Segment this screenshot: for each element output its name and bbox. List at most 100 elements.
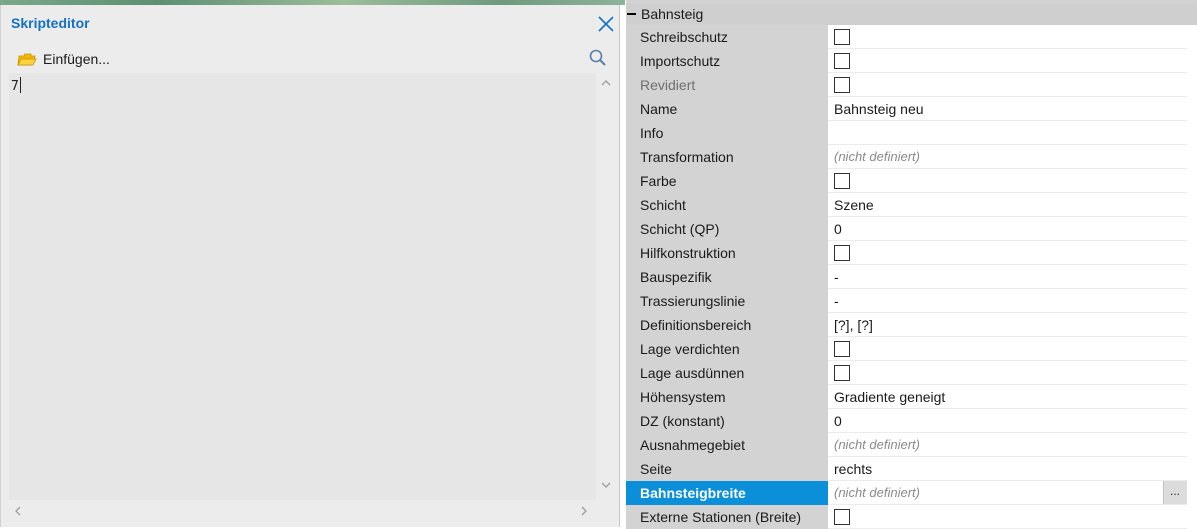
property-label: Lage verdichten [626, 337, 828, 361]
property-checkbox[interactable] [834, 77, 850, 93]
property-row[interactable]: Externe Stationen (Breite) [626, 505, 1197, 529]
insert-button[interactable]: Einfügen... [17, 49, 110, 69]
property-label: Bahnsteigbreite [626, 481, 828, 505]
property-row[interactable]: Trassierungslinie - [626, 289, 1197, 313]
property-label: Revidiert [626, 73, 828, 97]
text-caret [19, 77, 21, 93]
property-label: Lage ausdünnen [626, 361, 828, 385]
property-value[interactable] [828, 505, 1187, 529]
property-value-text: Gradiente geneigt [834, 389, 946, 405]
property-row[interactable]: Revidiert [626, 73, 1197, 97]
property-rows: Schreibschutz Importschutz Revidiert Name Ba… [626, 25, 1197, 529]
property-row[interactable]: Info [626, 121, 1197, 145]
horizontal-scrollbar[interactable] [9, 502, 596, 520]
property-value[interactable]: (nicht definiert) [828, 145, 1187, 169]
property-value[interactable]: (nicht definiert) [828, 433, 1187, 457]
close-icon [598, 16, 614, 32]
property-value[interactable]: Bahnsteig neu [828, 97, 1187, 121]
script-editor-dialog: Skripteditor Einfügen... 7 [0, 5, 620, 527]
property-value-text: [?], [?] [834, 317, 873, 333]
property-checkbox[interactable] [834, 365, 850, 381]
property-label: Name [626, 97, 828, 121]
property-row[interactable]: Definitionsbereich [?], [?] [626, 313, 1197, 337]
property-value[interactable] [828, 337, 1187, 361]
property-checkbox[interactable] [834, 509, 850, 525]
property-checkbox[interactable] [834, 341, 850, 357]
collapse-icon[interactable] [627, 13, 636, 15]
property-value[interactable]: 0 [828, 409, 1187, 433]
property-value[interactable]: - [828, 289, 1187, 313]
property-value[interactable] [828, 121, 1187, 145]
property-checkbox[interactable] [834, 173, 850, 189]
folder-icon [17, 53, 37, 66]
property-row[interactable]: Schreibschutz [626, 25, 1197, 49]
property-row[interactable]: Lage verdichten [626, 337, 1197, 361]
property-label: Ausnahmegebiet [626, 433, 828, 457]
chevron-up-icon[interactable] [600, 78, 612, 88]
property-value[interactable]: [?], [?] [828, 313, 1187, 337]
group-header[interactable]: Bahnsteig [626, 3, 1197, 25]
search-icon [589, 49, 606, 66]
ellipsis-button[interactable]: ... [1163, 481, 1187, 504]
close-button[interactable] [595, 13, 617, 35]
property-value-text: 0 [834, 221, 842, 237]
property-checkbox[interactable] [834, 245, 850, 261]
property-row[interactable]: DZ (konstant) 0 [626, 409, 1197, 433]
property-label: DZ (konstant) [626, 409, 828, 433]
property-value-text: Bahnsteig neu [834, 101, 924, 117]
property-value-text: (nicht definiert) [834, 437, 920, 452]
property-row[interactable]: Name Bahnsteig neu [626, 97, 1197, 121]
property-label: Definitionsbereich [626, 313, 828, 337]
property-label: Info [626, 121, 828, 145]
chevron-left-icon[interactable] [13, 505, 23, 517]
insert-label: Einfügen... [43, 51, 110, 67]
property-row[interactable]: Transformation (nicht definiert) [626, 145, 1197, 169]
property-label: Höhensystem [626, 385, 828, 409]
property-value[interactable]: Gradiente geneigt [828, 385, 1187, 409]
property-value[interactable] [828, 169, 1187, 193]
property-grid: Bahnsteig Schreibschutz Importschutz Revid… [626, 0, 1197, 529]
property-value[interactable] [828, 25, 1187, 49]
property-row[interactable]: Hilfkonstruktion [626, 241, 1197, 265]
chevron-down-icon[interactable] [600, 480, 612, 490]
script-code-text: 7 [11, 79, 19, 94]
property-label: Bauspezifik [626, 265, 828, 289]
property-label: Schicht (QP) [626, 217, 828, 241]
property-value[interactable]: rechts [828, 457, 1187, 481]
property-label: Externe Stationen (Breite) [626, 505, 828, 529]
script-code-input[interactable]: 7 [9, 73, 596, 500]
chevron-right-icon[interactable] [579, 505, 589, 517]
property-label: Transformation [626, 145, 828, 169]
search-button[interactable] [588, 48, 608, 68]
property-row[interactable]: Schicht (QP) 0 [626, 217, 1197, 241]
property-value-text: (nicht definiert) [834, 149, 920, 164]
property-row[interactable]: Bauspezifik - [626, 265, 1197, 289]
property-row[interactable]: Farbe [626, 169, 1197, 193]
property-value-text: (nicht definiert) [834, 485, 920, 500]
property-value[interactable]: Szene [828, 193, 1187, 217]
dialog-title: Skripteditor [11, 15, 90, 31]
property-value[interactable] [828, 361, 1187, 385]
property-checkbox[interactable] [834, 29, 850, 45]
property-row[interactable]: Höhensystem Gradiente geneigt [626, 385, 1197, 409]
property-value[interactable] [828, 241, 1187, 265]
property-value[interactable]: (nicht definiert)... [828, 481, 1187, 505]
property-value[interactable]: - [828, 265, 1187, 289]
property-checkbox[interactable] [834, 53, 850, 69]
property-row[interactable]: Importschutz [626, 49, 1197, 73]
property-row[interactable]: Bahnsteigbreite (nicht definiert)... [626, 481, 1197, 505]
property-value[interactable]: 0 [828, 217, 1187, 241]
property-value-text: - [834, 269, 839, 285]
property-row[interactable]: Seite rechts [626, 457, 1197, 481]
property-value[interactable] [828, 73, 1187, 97]
property-label: Importschutz [626, 49, 828, 73]
property-value[interactable] [828, 49, 1187, 73]
property-row[interactable]: Schicht Szene [626, 193, 1197, 217]
property-row[interactable]: Ausnahmegebiet (nicht definiert) [626, 433, 1197, 457]
property-label: Farbe [626, 169, 828, 193]
property-value-text: rechts [834, 461, 873, 477]
property-row[interactable]: Lage ausdünnen [626, 361, 1197, 385]
property-value-text: 0 [834, 413, 842, 429]
group-title: Bahnsteig [641, 6, 704, 22]
vertical-scrollbar[interactable] [597, 73, 615, 500]
